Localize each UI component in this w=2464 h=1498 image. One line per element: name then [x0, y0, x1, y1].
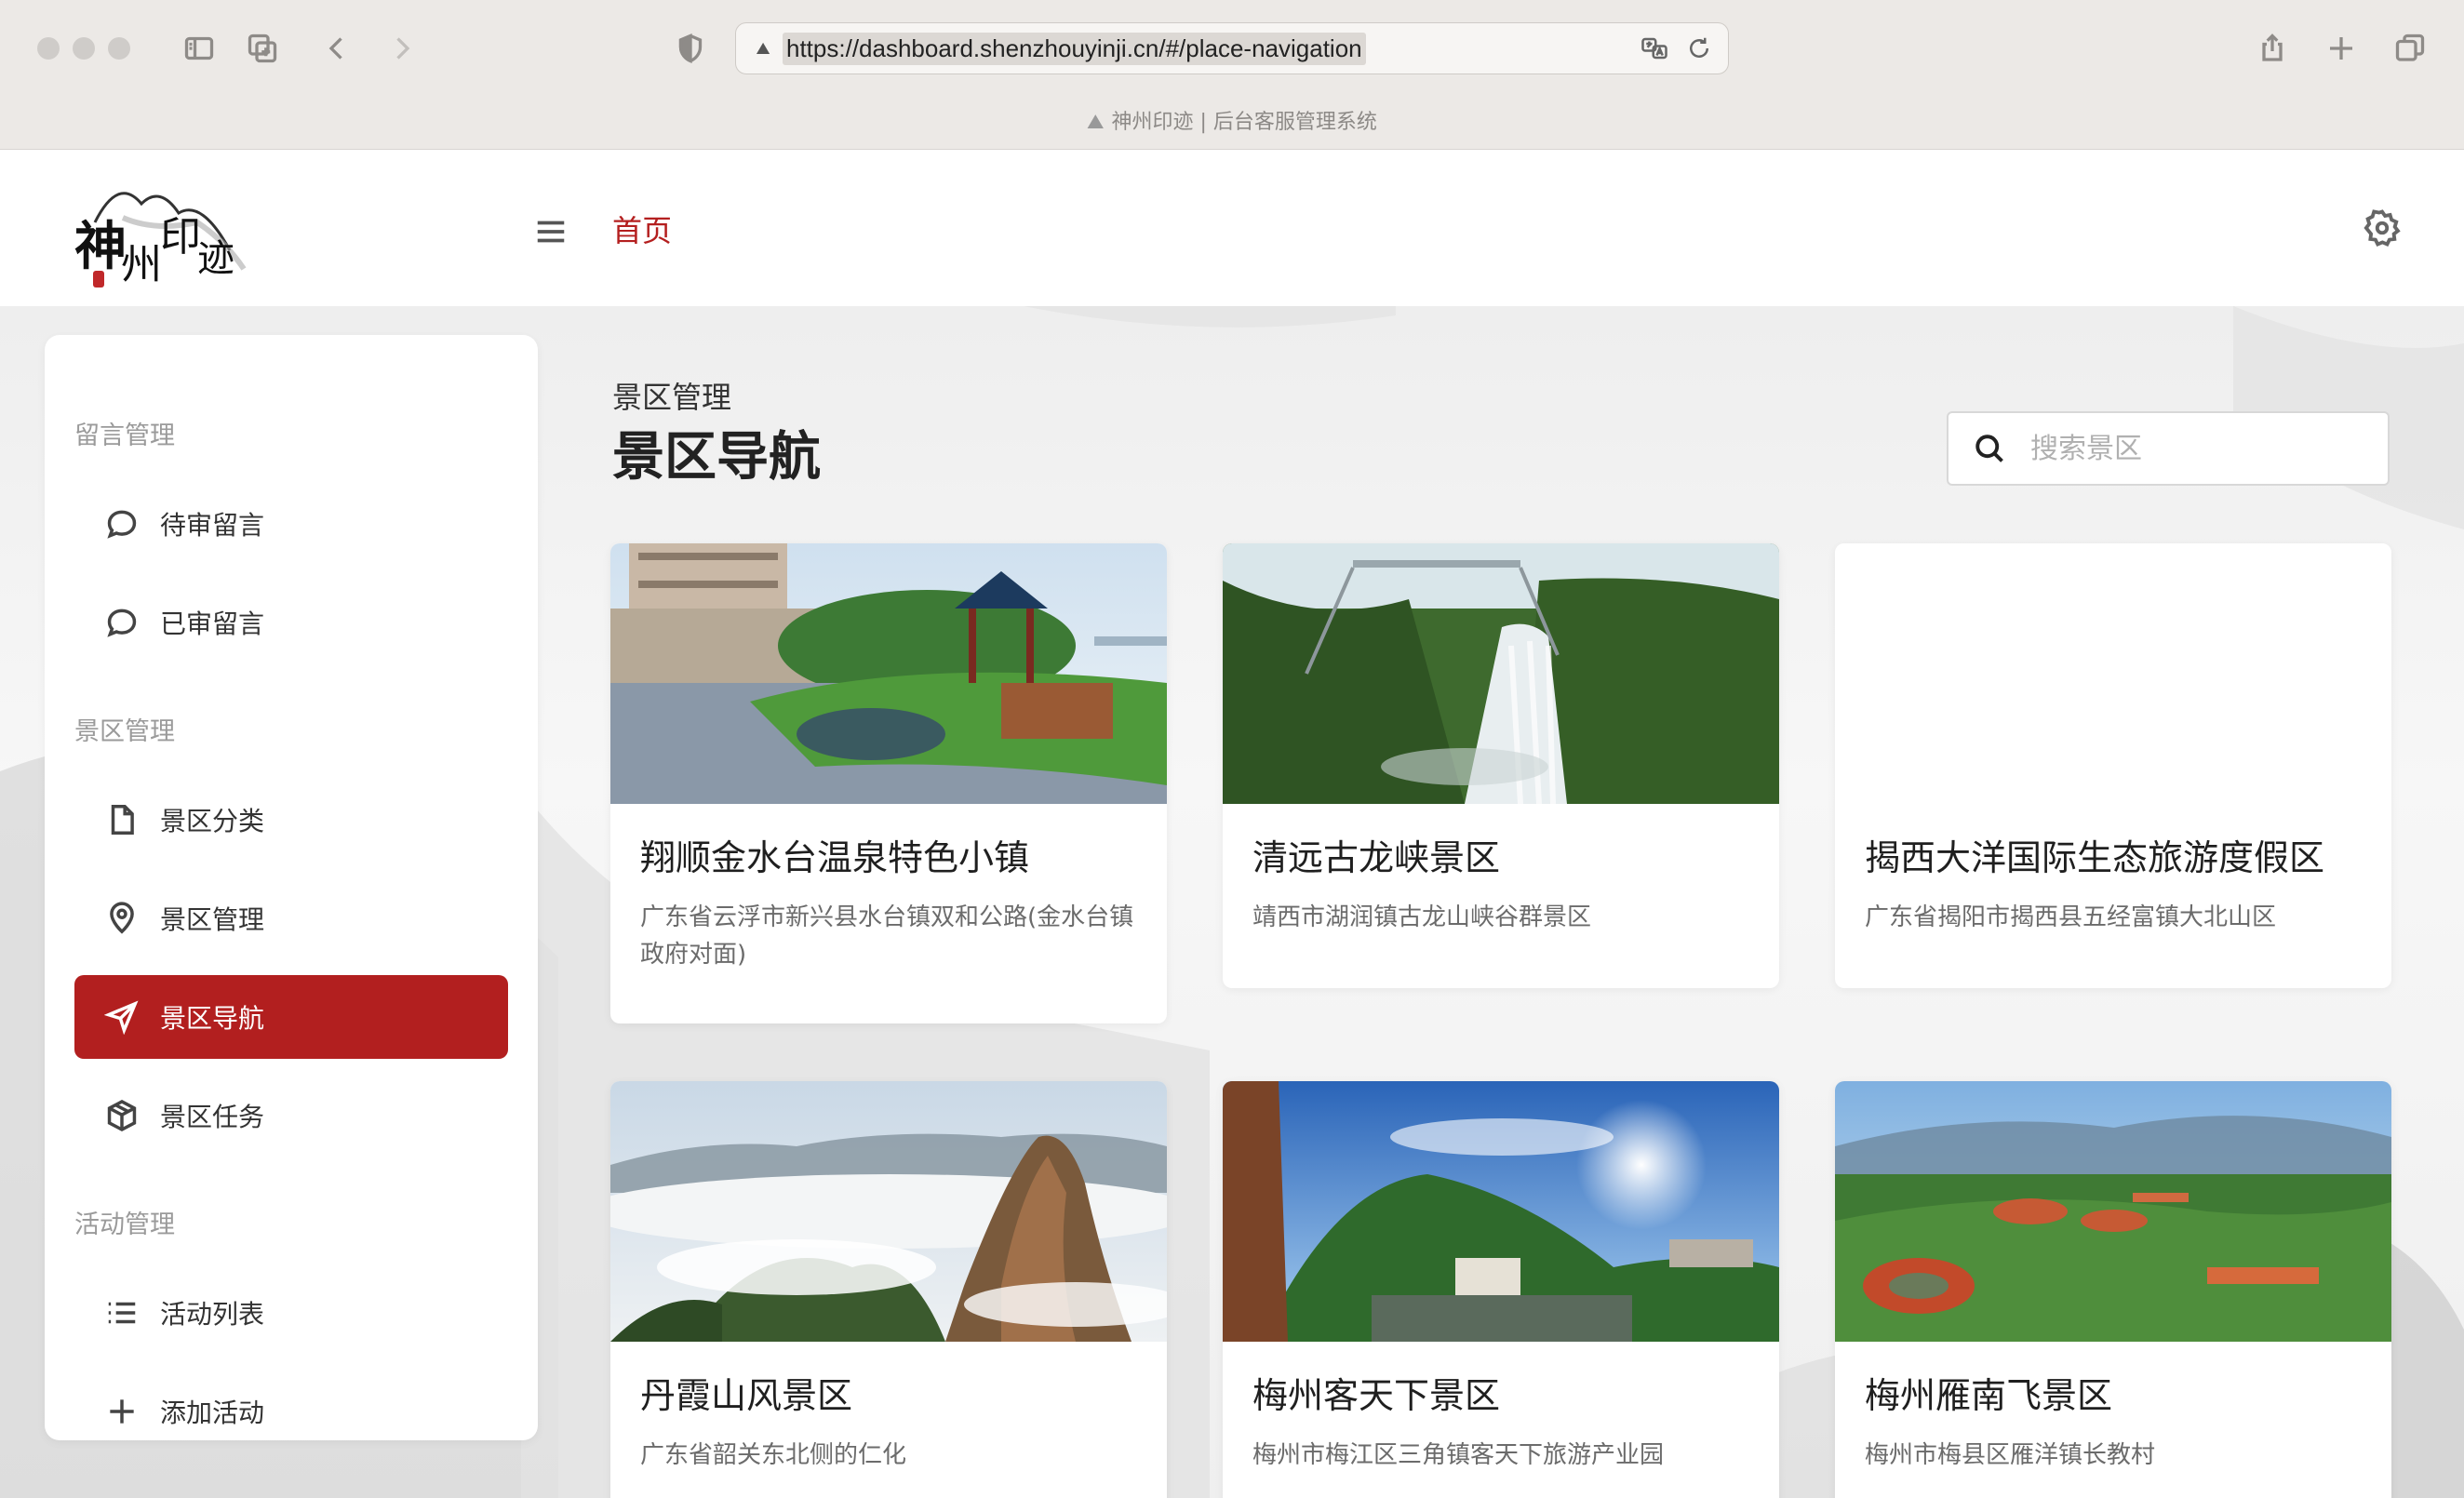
chat-icon [107, 510, 137, 539]
scenic-card-address: 梅州市梅县区雁洋镇长教村 [1865, 1440, 2156, 1469]
plus-icon [110, 1399, 134, 1424]
scenic-card-address: 广东省韶关东北侧的仁化 [640, 1440, 907, 1469]
sidebar-item-label: 景区分类 [160, 806, 265, 836]
translate-icon[interactable] [1640, 34, 1668, 62]
sidebar-item-scenic-tasks[interactable]: 景区任务 [74, 1074, 508, 1157]
sidebar-item-scenic-navigation[interactable]: 景区导航 [74, 975, 508, 1059]
settings-button[interactable] [2362, 207, 2403, 248]
sidebar-toggle-icon[interactable] [179, 28, 220, 69]
privacy-shield-icon[interactable] [670, 28, 711, 69]
svg-text:州: 州 [121, 241, 162, 288]
page-title: 景区导航 [612, 427, 821, 488]
back-icon[interactable] [316, 28, 357, 69]
sidebar-item-activity-list[interactable]: 活动列表 [74, 1271, 508, 1355]
sidebar-item-reviewed-messages[interactable]: 已审留言 [74, 581, 508, 664]
tab-title-text: 神州印迹 | 后台客服管理系统 [1111, 111, 1377, 134]
scenic-card-address: 梅州市梅江区三角镇客天下旅游产业园 [1252, 1440, 1665, 1469]
scenic-card-image [1223, 543, 1779, 804]
tab-favicon-icon: ⛰ [1087, 111, 1105, 134]
scenic-card[interactable]: 梅州客天下景区 梅州市梅江区三角镇客天下旅游产业园 [1223, 1081, 1779, 1498]
scenic-card-title: 清远古龙峡景区 [1252, 837, 1501, 878]
new-tab-icon[interactable] [2321, 28, 2362, 69]
chat-icon [107, 609, 137, 637]
scenic-card-title: 丹霞山风景区 [640, 1375, 853, 1416]
location-pin-icon [110, 902, 134, 934]
document-icon [111, 805, 134, 835]
scenic-card-address: 广东省云浮市新兴县水台镇双和公路(金水台镇政府对面) [640, 903, 1134, 969]
scenic-card-address: 广东省揭阳市揭西县五经富镇大北山区 [1865, 903, 2277, 931]
scenic-card-title: 梅州雁南飞景区 [1865, 1375, 2113, 1416]
box-icon [107, 1099, 137, 1132]
share-icon[interactable] [2252, 28, 2293, 69]
scenic-card-image [610, 543, 1167, 804]
close-window-button[interactable] [37, 37, 60, 60]
navigation-icon [104, 1000, 139, 1035]
scenic-card-image [1835, 1081, 2391, 1342]
svg-text:神: 神 [74, 216, 127, 277]
search-icon [1975, 435, 2003, 462]
search-box[interactable] [1947, 411, 2390, 486]
reload-icon[interactable] [1685, 34, 1713, 62]
app-header: 神 州 印 迹 首页 [0, 150, 2464, 306]
page-subtitle: 景区管理 [612, 380, 732, 415]
sidebar-item-label: 景区导航 [160, 1003, 265, 1034]
breadcrumb-home-link[interactable]: 首页 [612, 207, 672, 250]
sidebar-item-label: 待审留言 [160, 510, 265, 541]
zoom-window-button[interactable] [108, 37, 130, 60]
scenic-card-title: 揭西大洋国际生态旅游度假区 [1865, 837, 2325, 878]
list-icon [108, 1302, 136, 1324]
scenic-card[interactable]: 翔顺金水台温泉特色小镇 广东省云浮市新兴县水台镇双和公路(金水台镇政府对面) [610, 543, 1167, 1023]
sidebar-item-scenic-category[interactable]: 景区分类 [74, 778, 508, 862]
hamburger-icon [537, 221, 565, 243]
svg-text:印: 印 [160, 213, 201, 261]
scenic-card-address: 靖西市湖润镇古龙山峡谷群景区 [1252, 903, 1592, 931]
menu-toggle-button[interactable] [530, 211, 571, 252]
scenic-card-image [610, 1081, 1167, 1342]
scenic-card-title: 梅州客天下景区 [1252, 1375, 1501, 1416]
scenic-card-image-placeholder [1835, 543, 2391, 804]
sidebar: 留言管理 待审留言 已审留言 景区管理 景区分类 景区管理 景区导航 景区任务 … [45, 335, 538, 1440]
sidebar-item-add-activity[interactable]: 添加活动 [74, 1370, 508, 1440]
sidebar-group-activities: 活动管理 [74, 1210, 175, 1239]
gear-icon [2364, 209, 2401, 247]
scenic-card[interactable]: 揭西大洋国际生态旅游度假区 广东省揭阳市揭西县五经富镇大北山区 [1835, 543, 2391, 988]
sidebar-item-label: 活动列表 [160, 1299, 265, 1330]
site-favicon-icon: ⛰ [756, 38, 770, 59]
sidebar-item-label: 景区管理 [160, 904, 265, 935]
address-bar[interactable]: ⛰ https://dashboard.shenzhouyinji.cn/#/p… [735, 22, 1729, 74]
window-controls[interactable] [37, 37, 130, 60]
sidebar-item-pending-messages[interactable]: 待审留言 [74, 482, 508, 566]
scenic-card[interactable]: 丹霞山风景区 广东省韶关东北侧的仁化 [610, 1081, 1167, 1498]
minimize-window-button[interactable] [73, 37, 95, 60]
tabs-overview-icon[interactable] [2390, 28, 2431, 69]
scenic-card[interactable]: 梅州雁南飞景区 梅州市梅县区雁洋镇长教村 [1835, 1081, 2391, 1498]
scenic-card[interactable]: 清远古龙峡景区 靖西市湖润镇古龙山峡谷群景区 [1223, 543, 1779, 988]
tab-overview-icon[interactable] [242, 28, 283, 69]
sidebar-item-label: 景区任务 [160, 1102, 265, 1132]
sidebar-item-scenic-management[interactable]: 景区管理 [74, 876, 508, 960]
search-input[interactable] [2030, 432, 2365, 465]
forward-icon[interactable] [382, 28, 422, 69]
scenic-card-image [1223, 1081, 1779, 1342]
sidebar-group-messages: 留言管理 [74, 421, 175, 450]
svg-text:迹: 迹 [197, 237, 234, 280]
sidebar-group-scenic: 景区管理 [74, 717, 175, 746]
sidebar-item-label: 已审留言 [160, 609, 265, 639]
browser-chrome: ⛰ https://dashboard.shenzhouyinji.cn/#/p… [0, 0, 2464, 150]
url-text[interactable]: https://dashboard.shenzhouyinji.cn/#/pla… [783, 32, 1366, 65]
browser-tab[interactable]: ⛰ 神州印迹 | 后台客服管理系统 [0, 105, 2464, 135]
brand-logo[interactable]: 神 州 印 迹 [67, 167, 253, 293]
scenic-card-title: 翔顺金水台温泉特色小镇 [640, 837, 1030, 878]
sidebar-item-label: 添加活动 [160, 1398, 265, 1428]
